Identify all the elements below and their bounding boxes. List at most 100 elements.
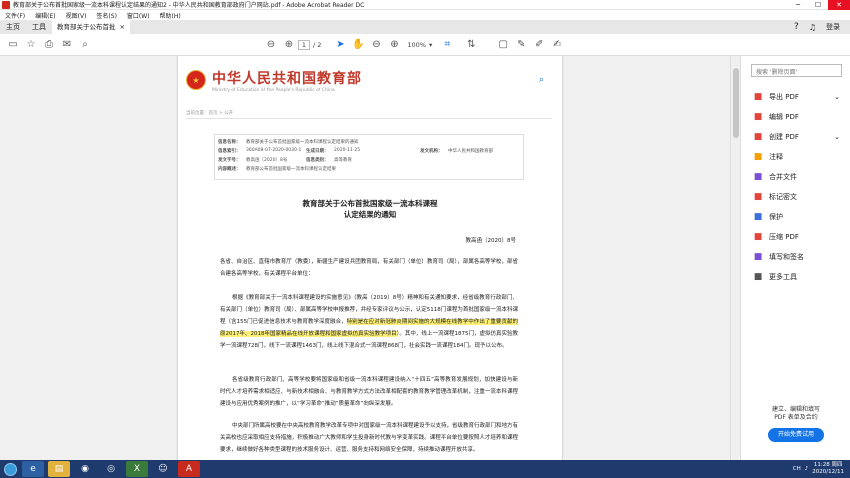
next-page-icon[interactable]: ⊕ xyxy=(280,36,298,54)
fit-page-icon[interactable]: ⌗ xyxy=(438,36,456,54)
minimize-button[interactable]: ─ xyxy=(788,1,808,9)
bookmark-star-icon[interactable]: ☆ xyxy=(22,36,40,54)
tool-label: 创建 PDF xyxy=(769,133,799,141)
menu-help[interactable]: 帮助(H) xyxy=(155,11,186,20)
tool-export-pdf[interactable]: ■ 导出 PDF ⌄ xyxy=(741,87,850,107)
tab-bar: 主页 工具 教育部关于公布首批国... × ? ♫ 登录 xyxy=(0,20,850,45)
menu-window[interactable]: 窗口(W) xyxy=(122,11,155,20)
hand-tool-icon[interactable]: ✋ xyxy=(349,36,367,54)
tab-home[interactable]: 主页 xyxy=(0,20,26,34)
meta-row: 发文字号： 教高函〔2020〕8号 信息类别： 高等教育 xyxy=(218,158,352,163)
menu-sign[interactable]: 签名(S) xyxy=(91,11,122,20)
paragraph-4: 中央部门所属高校要在中央高校教育教学改革专项中对国家级一流本科课程建设予以支持，… xyxy=(220,423,519,453)
chevron-down-icon[interactable]: ⌄ xyxy=(834,93,840,101)
media-icon[interactable]: ◎ xyxy=(100,461,122,477)
comment-icon[interactable]: ▢ xyxy=(494,36,512,54)
document-viewport[interactable]: ★ 中华人民共和国教育部 Ministry of Education of th… xyxy=(0,56,740,460)
tab-document-label: 教育部关于公布首批国... xyxy=(57,23,116,45)
menu-bar: 文件(F) 编辑(E) 视图(V) 签名(S) 窗口(W) 帮助(H) xyxy=(0,10,850,20)
tool-more-tools[interactable]: ■ 更多工具 xyxy=(741,267,850,287)
page-indicator: 1 / 2 xyxy=(298,39,322,50)
paragraph-2: 根据《教育部关于一流本科课程建设的实施意见》（教高〔2019〕8号）精神和有关通… xyxy=(220,295,519,349)
system-tray: CH ♪ 11:28 周四 2020/12/11 xyxy=(793,462,850,476)
clock[interactable]: 11:28 周四 2020/12/11 xyxy=(812,462,844,476)
menu-view[interactable]: 视图(V) xyxy=(61,11,92,20)
promo-box: 建立、编辑和填写 PDF 表单及合约 开始免费试用 xyxy=(741,406,850,442)
export-pdf-icon: ■ xyxy=(753,92,763,102)
meta-row: 信息索引： 360A08-07-2020-0030-1 生成日期： 2020-11-2… xyxy=(218,148,493,154)
zoom-out-icon[interactable]: ⊖ xyxy=(367,36,385,54)
tool-redact[interactable]: ■ 标记密文 xyxy=(741,187,850,207)
divider xyxy=(186,118,552,119)
edit-pdf-icon: ■ xyxy=(753,112,763,122)
excel-icon[interactable]: X xyxy=(126,461,148,477)
file-explorer-icon[interactable]: ▤ xyxy=(48,461,70,477)
tool-create-pdf[interactable]: ■ 创建 PDF ⌄ xyxy=(741,127,850,147)
menu-edit[interactable]: 编辑(E) xyxy=(30,11,60,20)
find-icon[interactable]: ⌕ xyxy=(76,36,94,54)
tool-label: 更多工具 xyxy=(769,273,797,281)
select-cursor-icon[interactable]: ➤ xyxy=(331,36,349,54)
help-icon[interactable]: ? xyxy=(794,22,799,32)
save-icon[interactable]: ▭ xyxy=(4,36,22,54)
tool-compress[interactable]: ■ 压缩 PDF xyxy=(741,227,850,247)
meta-row: 信息名称： 教育部关于公布首批国家级一流本科课程认定结果的通知 xyxy=(218,140,359,145)
sign-icon[interactable]: ✍ xyxy=(548,36,566,54)
tools-search-input[interactable]: 搜索 '删除页面' xyxy=(751,64,842,77)
close-window-button[interactable]: ✕ xyxy=(828,0,850,10)
acrobat-app-icon xyxy=(2,0,10,9)
login-button[interactable]: 登录 xyxy=(826,22,840,32)
tool-fill-sign[interactable]: ■ 填写和签名 xyxy=(741,247,850,267)
scroll-mode-icon[interactable]: ⇅ xyxy=(462,36,480,54)
meta-table: 信息名称： 教育部关于公布首批国家级一流本科课程认定结果的通知 信息索引： 360A… xyxy=(218,139,518,175)
tool-comment[interactable]: ■ 注释 xyxy=(741,147,850,167)
menu-file[interactable]: 文件(F) xyxy=(0,11,30,20)
wechat-icon[interactable]: ☺ xyxy=(152,461,174,477)
window-title: 教育部关于公布首批国家级一流本科课程认定结果的通知2 - 中华人民共和国教育部政… xyxy=(13,2,365,9)
highlight-pen-icon[interactable]: ✎ xyxy=(512,36,530,54)
document-number: 教高函〔2020〕8号 xyxy=(465,238,517,244)
tab-close-icon[interactable]: × xyxy=(120,20,125,34)
print-icon[interactable]: ⎙ xyxy=(40,36,58,54)
right-tools-panel: 搜索 '删除页面' ■ 导出 PDF ⌄ ■ 编辑 PDF ■ 创建 PDF ⌄ ■ 注释 ■ 合并文… xyxy=(740,56,850,460)
tool-combine[interactable]: ■ 合并文件 xyxy=(741,167,850,187)
scrollbar-thumb[interactable] xyxy=(733,68,739,138)
tool-protect[interactable]: ■ 保护 xyxy=(741,207,850,227)
tab-tools[interactable]: 工具 xyxy=(26,20,52,34)
title-bar: 教育部关于公布首批国家级一流本科课程认定结果的通知2 - 中华人民共和国教育部政… xyxy=(0,0,850,10)
start-button[interactable] xyxy=(0,460,20,478)
site-subtitle: Ministry of Education of the People's Re… xyxy=(212,87,335,93)
tool-label: 导出 PDF xyxy=(769,93,799,101)
breadcrumb: 当前位置：首页 > 公开 xyxy=(186,111,234,116)
chevron-down-icon[interactable]: ⌄ xyxy=(834,133,840,141)
previous-page-icon[interactable]: ⊖ xyxy=(262,36,280,54)
acrobat-taskbar-icon[interactable]: A xyxy=(178,461,200,477)
page-total: / 2 xyxy=(313,40,322,49)
notification-bell-icon[interactable]: ♫ xyxy=(809,23,816,32)
zoom-in-icon[interactable]: ⊕ xyxy=(385,36,403,54)
combine-icon: ■ xyxy=(753,172,763,182)
tool-label: 合并文件 xyxy=(769,173,797,181)
draw-icon[interactable]: ✐ xyxy=(530,36,548,54)
volume-icon[interactable]: ♪ xyxy=(805,466,809,472)
zoom-select[interactable]: 100% ▾ xyxy=(407,41,432,49)
compress-icon: ■ xyxy=(753,232,763,242)
email-icon[interactable]: ✉ xyxy=(58,36,76,54)
vertical-scrollbar[interactable] xyxy=(730,56,740,460)
site-header: ★ 中华人民共和国教育部 Ministry of Education of th… xyxy=(186,64,556,96)
maximize-button[interactable]: ☐ xyxy=(808,1,828,9)
site-search-icon: ⌕ xyxy=(538,75,544,85)
lang-indicator[interactable]: CH xyxy=(793,466,801,472)
ie-icon[interactable]: e xyxy=(22,461,44,477)
free-trial-button[interactable]: 开始免费试用 xyxy=(767,428,824,442)
create-pdf-icon: ■ xyxy=(753,132,763,142)
zoom-dropdown-icon: ▾ xyxy=(429,40,433,49)
tab-document[interactable]: 教育部关于公布首批国... × xyxy=(52,20,130,45)
tool-label: 编辑 PDF xyxy=(769,113,799,121)
tool-label: 注释 xyxy=(769,153,783,161)
chrome-icon[interactable]: ◉ xyxy=(74,461,96,477)
document-title: 教育部关于公布首批国家级一流本科课程 认定结果的通知 xyxy=(302,199,438,219)
tool-edit-pdf[interactable]: ■ 编辑 PDF xyxy=(741,107,850,127)
page-number-input[interactable]: 1 xyxy=(298,39,310,50)
national-emblem-icon: ★ xyxy=(186,70,206,90)
